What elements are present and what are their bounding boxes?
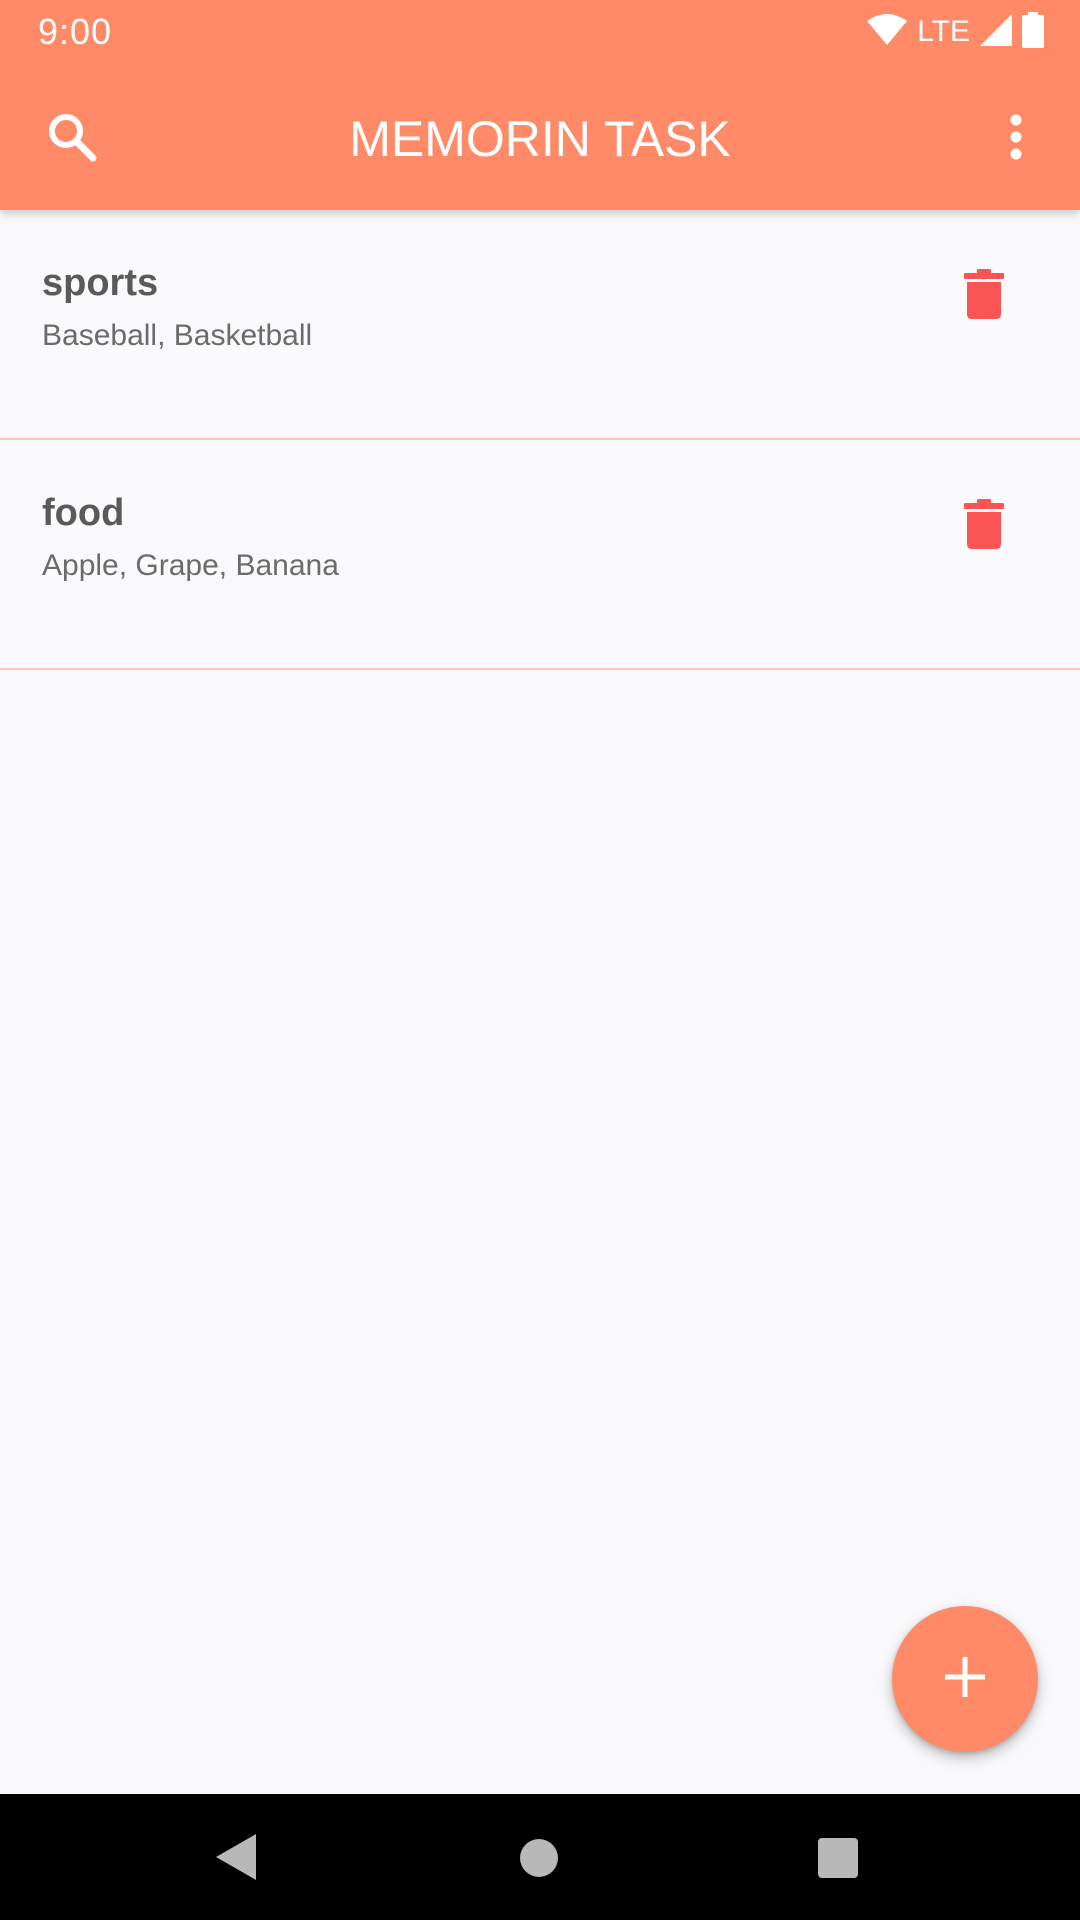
home-icon[interactable] xyxy=(520,1839,558,1877)
add-task-button[interactable] xyxy=(892,1606,1038,1752)
battery-icon xyxy=(1022,11,1044,53)
task-title: sports xyxy=(42,262,159,304)
overflow-menu-button[interactable] xyxy=(988,103,1044,175)
task-items: Baseball, Basketball xyxy=(42,319,313,352)
app-bar: MEMORIN TASK xyxy=(0,63,1080,210)
status-bar: 9:00 LTE xyxy=(0,0,1080,63)
status-time: 9:00 xyxy=(38,11,113,52)
list-item[interactable]: food Apple, Grape, Banana xyxy=(0,440,1080,670)
task-list: sports Baseball, Basketball food Apple, … xyxy=(0,210,1080,670)
list-item[interactable]: sports Baseball, Basketball xyxy=(0,210,1080,440)
recents-icon[interactable] xyxy=(818,1838,858,1878)
add-icon xyxy=(945,1656,985,1702)
status-icons: LTE xyxy=(867,11,1044,53)
signal-icon xyxy=(980,13,1012,51)
task-title: food xyxy=(42,492,125,534)
top-bar: 9:00 LTE MEMORIN TASK xyxy=(0,0,1080,210)
wifi-icon xyxy=(867,13,908,51)
delete-button[interactable] xyxy=(946,258,1022,334)
delete-button[interactable] xyxy=(946,488,1022,564)
delete-icon xyxy=(964,268,1004,324)
network-label: LTE xyxy=(917,15,970,48)
page-title: MEMORIN TASK xyxy=(349,111,731,167)
back-icon[interactable] xyxy=(216,1834,256,1885)
navigation-bar xyxy=(0,1794,1080,1920)
delete-icon xyxy=(964,498,1004,554)
screen: 9:00 LTE MEMORIN TASK sports Baseball, B… xyxy=(0,0,1080,1920)
task-items: Apple, Grape, Banana xyxy=(42,549,339,582)
more-vert-icon xyxy=(1009,114,1023,165)
